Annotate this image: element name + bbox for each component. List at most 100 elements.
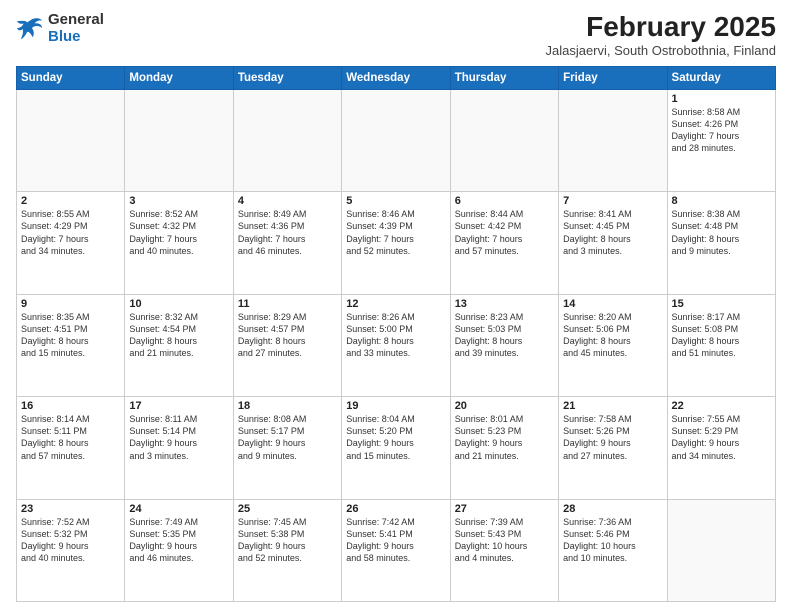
day-number: 27 <box>455 503 554 515</box>
logo-bird-icon <box>16 17 44 41</box>
day-number: 25 <box>238 503 337 515</box>
day-number: 15 <box>672 298 771 310</box>
day-number: 22 <box>672 400 771 412</box>
day-number: 13 <box>455 298 554 310</box>
calendar-cell: 15Sunrise: 8:17 AM Sunset: 5:08 PM Dayli… <box>667 294 775 396</box>
day-number: 5 <box>346 195 445 207</box>
day-number: 12 <box>346 298 445 310</box>
day-number: 28 <box>563 503 662 515</box>
cell-info: Sunrise: 8:58 AM Sunset: 4:26 PM Dayligh… <box>672 106 771 155</box>
day-number: 16 <box>21 400 120 412</box>
calendar-cell: 24Sunrise: 7:49 AM Sunset: 5:35 PM Dayli… <box>125 499 233 601</box>
calendar-cell <box>667 499 775 601</box>
calendar-day-header: Saturday <box>667 66 775 89</box>
day-number: 24 <box>129 503 228 515</box>
calendar-cell: 6Sunrise: 8:44 AM Sunset: 4:42 PM Daylig… <box>450 192 558 294</box>
cell-info: Sunrise: 7:58 AM Sunset: 5:26 PM Dayligh… <box>563 413 662 462</box>
calendar-cell: 19Sunrise: 8:04 AM Sunset: 5:20 PM Dayli… <box>342 397 450 499</box>
calendar-day-header: Tuesday <box>233 66 341 89</box>
logo: General Blue <box>16 12 104 45</box>
cell-info: Sunrise: 8:49 AM Sunset: 4:36 PM Dayligh… <box>238 208 337 257</box>
cell-info: Sunrise: 8:11 AM Sunset: 5:14 PM Dayligh… <box>129 413 228 462</box>
cell-info: Sunrise: 8:32 AM Sunset: 4:54 PM Dayligh… <box>129 311 228 360</box>
calendar-week-row: 23Sunrise: 7:52 AM Sunset: 5:32 PM Dayli… <box>17 499 776 601</box>
calendar-cell: 5Sunrise: 8:46 AM Sunset: 4:39 PM Daylig… <box>342 192 450 294</box>
calendar-header-row: SundayMondayTuesdayWednesdayThursdayFrid… <box>17 66 776 89</box>
calendar-cell: 7Sunrise: 8:41 AM Sunset: 4:45 PM Daylig… <box>559 192 667 294</box>
cell-info: Sunrise: 7:49 AM Sunset: 5:35 PM Dayligh… <box>129 516 228 565</box>
day-number: 19 <box>346 400 445 412</box>
calendar-cell: 17Sunrise: 8:11 AM Sunset: 5:14 PM Dayli… <box>125 397 233 499</box>
cell-info: Sunrise: 8:04 AM Sunset: 5:20 PM Dayligh… <box>346 413 445 462</box>
day-number: 26 <box>346 503 445 515</box>
cell-info: Sunrise: 7:36 AM Sunset: 5:46 PM Dayligh… <box>563 516 662 565</box>
calendar-cell: 2Sunrise: 8:55 AM Sunset: 4:29 PM Daylig… <box>17 192 125 294</box>
calendar-day-header: Monday <box>125 66 233 89</box>
day-number: 23 <box>21 503 120 515</box>
cell-info: Sunrise: 8:23 AM Sunset: 5:03 PM Dayligh… <box>455 311 554 360</box>
cell-info: Sunrise: 7:45 AM Sunset: 5:38 PM Dayligh… <box>238 516 337 565</box>
cell-info: Sunrise: 8:35 AM Sunset: 4:51 PM Dayligh… <box>21 311 120 360</box>
calendar-cell <box>559 89 667 191</box>
cell-info: Sunrise: 8:38 AM Sunset: 4:48 PM Dayligh… <box>672 208 771 257</box>
calendar-cell: 27Sunrise: 7:39 AM Sunset: 5:43 PM Dayli… <box>450 499 558 601</box>
calendar-cell: 21Sunrise: 7:58 AM Sunset: 5:26 PM Dayli… <box>559 397 667 499</box>
day-number: 3 <box>129 195 228 207</box>
calendar-day-header: Wednesday <box>342 66 450 89</box>
day-number: 14 <box>563 298 662 310</box>
day-number: 2 <box>21 195 120 207</box>
calendar-day-header: Thursday <box>450 66 558 89</box>
logo-text: General Blue <box>48 12 104 45</box>
cell-info: Sunrise: 8:55 AM Sunset: 4:29 PM Dayligh… <box>21 208 120 257</box>
calendar-cell <box>17 89 125 191</box>
calendar-day-header: Sunday <box>17 66 125 89</box>
calendar-cell: 4Sunrise: 8:49 AM Sunset: 4:36 PM Daylig… <box>233 192 341 294</box>
location: Jalasjaervi, South Ostrobothnia, Finland <box>545 43 776 58</box>
day-number: 4 <box>238 195 337 207</box>
cell-info: Sunrise: 8:41 AM Sunset: 4:45 PM Dayligh… <box>563 208 662 257</box>
cell-info: Sunrise: 8:26 AM Sunset: 5:00 PM Dayligh… <box>346 311 445 360</box>
calendar-cell: 3Sunrise: 8:52 AM Sunset: 4:32 PM Daylig… <box>125 192 233 294</box>
cell-info: Sunrise: 8:44 AM Sunset: 4:42 PM Dayligh… <box>455 208 554 257</box>
header: General Blue February 2025 Jalasjaervi, … <box>16 12 776 58</box>
day-number: 21 <box>563 400 662 412</box>
title-block: February 2025 Jalasjaervi, South Ostrobo… <box>545 12 776 58</box>
calendar-week-row: 9Sunrise: 8:35 AM Sunset: 4:51 PM Daylig… <box>17 294 776 396</box>
calendar-cell: 11Sunrise: 8:29 AM Sunset: 4:57 PM Dayli… <box>233 294 341 396</box>
calendar-cell <box>125 89 233 191</box>
cell-info: Sunrise: 7:52 AM Sunset: 5:32 PM Dayligh… <box>21 516 120 565</box>
calendar-week-row: 1Sunrise: 8:58 AM Sunset: 4:26 PM Daylig… <box>17 89 776 191</box>
cell-info: Sunrise: 8:17 AM Sunset: 5:08 PM Dayligh… <box>672 311 771 360</box>
day-number: 20 <box>455 400 554 412</box>
cell-info: Sunrise: 7:55 AM Sunset: 5:29 PM Dayligh… <box>672 413 771 462</box>
cell-info: Sunrise: 7:39 AM Sunset: 5:43 PM Dayligh… <box>455 516 554 565</box>
cell-info: Sunrise: 8:46 AM Sunset: 4:39 PM Dayligh… <box>346 208 445 257</box>
day-number: 1 <box>672 93 771 105</box>
day-number: 17 <box>129 400 228 412</box>
calendar-cell <box>233 89 341 191</box>
day-number: 11 <box>238 298 337 310</box>
cell-info: Sunrise: 8:20 AM Sunset: 5:06 PM Dayligh… <box>563 311 662 360</box>
calendar-cell: 23Sunrise: 7:52 AM Sunset: 5:32 PM Dayli… <box>17 499 125 601</box>
calendar-cell <box>342 89 450 191</box>
calendar-day-header: Friday <box>559 66 667 89</box>
calendar-week-row: 16Sunrise: 8:14 AM Sunset: 5:11 PM Dayli… <box>17 397 776 499</box>
calendar-cell: 12Sunrise: 8:26 AM Sunset: 5:00 PM Dayli… <box>342 294 450 396</box>
day-number: 9 <box>21 298 120 310</box>
calendar-cell: 20Sunrise: 8:01 AM Sunset: 5:23 PM Dayli… <box>450 397 558 499</box>
calendar-cell: 14Sunrise: 8:20 AM Sunset: 5:06 PM Dayli… <box>559 294 667 396</box>
calendar-cell: 16Sunrise: 8:14 AM Sunset: 5:11 PM Dayli… <box>17 397 125 499</box>
calendar-cell: 1Sunrise: 8:58 AM Sunset: 4:26 PM Daylig… <box>667 89 775 191</box>
day-number: 6 <box>455 195 554 207</box>
calendar-cell: 8Sunrise: 8:38 AM Sunset: 4:48 PM Daylig… <box>667 192 775 294</box>
cell-info: Sunrise: 8:08 AM Sunset: 5:17 PM Dayligh… <box>238 413 337 462</box>
day-number: 18 <box>238 400 337 412</box>
cell-info: Sunrise: 8:14 AM Sunset: 5:11 PM Dayligh… <box>21 413 120 462</box>
calendar-week-row: 2Sunrise: 8:55 AM Sunset: 4:29 PM Daylig… <box>17 192 776 294</box>
day-number: 8 <box>672 195 771 207</box>
cell-info: Sunrise: 8:29 AM Sunset: 4:57 PM Dayligh… <box>238 311 337 360</box>
calendar-cell: 22Sunrise: 7:55 AM Sunset: 5:29 PM Dayli… <box>667 397 775 499</box>
calendar-cell: 10Sunrise: 8:32 AM Sunset: 4:54 PM Dayli… <box>125 294 233 396</box>
calendar-cell: 13Sunrise: 8:23 AM Sunset: 5:03 PM Dayli… <box>450 294 558 396</box>
calendar-cell: 18Sunrise: 8:08 AM Sunset: 5:17 PM Dayli… <box>233 397 341 499</box>
